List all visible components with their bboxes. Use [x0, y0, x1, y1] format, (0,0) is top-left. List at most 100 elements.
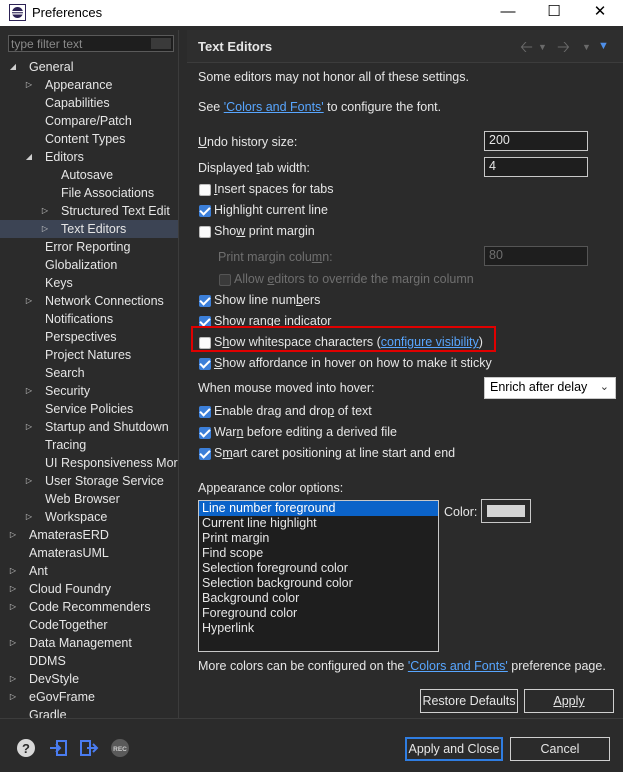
color-option[interactable]: Print margin [199, 531, 438, 546]
tree-item[interactable]: Gradle [0, 706, 178, 718]
forward-dropdown-icon[interactable]: ▼ [582, 42, 591, 52]
configure-visibility-link[interactable]: configure visibility [381, 335, 479, 349]
smart-caret-checkbox[interactable] [199, 448, 211, 460]
drag-drop-label[interactable]: Enable drag and drop of text [214, 404, 372, 418]
tree-item[interactable]: ▷ DevStyle [0, 670, 178, 688]
colors-fonts-link[interactable]: 'Colors and Fonts' [224, 100, 324, 114]
collapsed-arrow-icon[interactable]: ▷ [40, 202, 50, 220]
forward-arrow-icon[interactable]: 🡢 [557, 36, 570, 63]
export-icon[interactable] [79, 738, 99, 758]
color-option[interactable]: Current line highlight [199, 516, 438, 531]
view-menu-icon[interactable]: ▼ [598, 40, 609, 52]
tree-item[interactable]: ▷ AmaterasERD [0, 526, 178, 544]
color-option[interactable]: Background color [199, 591, 438, 606]
filter-input[interactable] [11, 36, 151, 51]
tree-item[interactable]: Project Natures [0, 346, 178, 364]
color-picker-button[interactable] [481, 499, 531, 523]
collapsed-arrow-icon[interactable]: ▷ [24, 508, 34, 526]
tree-item[interactable]: ▷ Structured Text Edit [0, 202, 178, 220]
tree-item[interactable]: Compare/Patch [0, 112, 178, 130]
collapsed-arrow-icon[interactable]: ▷ [24, 292, 34, 310]
tree-item[interactable]: Perspectives [0, 328, 178, 346]
tree-item[interactable]: ▷ Network Connections [0, 292, 178, 310]
tree-item[interactable]: ▷ User Storage Service [0, 472, 178, 490]
tree-item[interactable]: UI Responsiveness Mor [0, 454, 178, 472]
warn-derived-checkbox[interactable] [199, 427, 211, 439]
tree-item[interactable]: Keys [0, 274, 178, 292]
color-option[interactable]: Selection foreground color [199, 561, 438, 576]
hover-affordance-label[interactable]: Show affordance in hover on how to make … [214, 356, 492, 370]
tree-item[interactable]: Content Types [0, 130, 178, 148]
tree-item[interactable]: ▷ Workspace [0, 508, 178, 526]
color-options-list[interactable]: Line number foreground Current line highl… [198, 500, 439, 652]
line-numbers-label[interactable]: Show line numbers [214, 293, 320, 307]
show-whitespace-label[interactable]: Show whitespace characters (configure vi… [214, 335, 483, 349]
collapsed-arrow-icon[interactable]: ▷ [8, 562, 18, 580]
color-option[interactable]: Foreground color [199, 606, 438, 621]
print-margin-checkbox[interactable] [199, 226, 211, 238]
warn-derived-label[interactable]: Warn before editing a derived file [214, 425, 397, 439]
collapsed-arrow-icon[interactable]: ▷ [40, 220, 50, 238]
tree-item[interactable]: ◢ General [0, 58, 178, 76]
tree-item[interactable]: CodeTogether [0, 616, 178, 634]
insert-spaces-label[interactable]: Insert spaces for tabs [214, 182, 334, 196]
collapsed-arrow-icon[interactable]: ▷ [24, 472, 34, 490]
more-colors-fonts-link[interactable]: 'Colors and Fonts' [408, 659, 508, 673]
tree-item[interactable]: Search [0, 364, 178, 382]
back-arrow-icon[interactable]: 🡠 [520, 36, 533, 63]
cancel-button[interactable]: Cancel [510, 737, 610, 761]
maximize-button[interactable]: ☐ [531, 0, 577, 26]
hover-affordance-checkbox[interactable] [199, 358, 211, 370]
tree-item[interactable]: DDMS [0, 652, 178, 670]
print-margin-column-input[interactable]: 80 [484, 246, 588, 266]
collapsed-arrow-icon[interactable]: ▷ [8, 598, 18, 616]
close-button[interactable]: ✕ [577, 0, 623, 26]
restore-defaults-button[interactable]: Restore Defaults [420, 689, 518, 713]
filter-box[interactable] [8, 35, 174, 52]
import-icon[interactable] [48, 738, 68, 758]
tree-item[interactable]: ▷ Data Management [0, 634, 178, 652]
apply-and-close-button[interactable]: Apply and Close [405, 737, 503, 761]
tree-item[interactable]: Service Policies [0, 400, 178, 418]
hover-mode-select[interactable]: Enrich after delay ⌄ [484, 377, 616, 399]
tree-item[interactable]: Web Browser [0, 490, 178, 508]
tree-item[interactable]: Globalization [0, 256, 178, 274]
show-whitespace-checkbox[interactable] [199, 337, 211, 349]
record-icon[interactable]: REC [110, 738, 130, 758]
expanded-arrow-icon[interactable]: ◢ [24, 148, 34, 166]
color-option[interactable]: Hyperlink [199, 621, 438, 636]
tree-item[interactable]: ▷ Cloud Foundry [0, 580, 178, 598]
color-option[interactable]: Line number foreground [199, 501, 438, 516]
tree-item[interactable]: ▷ Security [0, 382, 178, 400]
tree-item[interactable]: Notifications [0, 310, 178, 328]
pane-splitter[interactable] [178, 30, 187, 718]
tree-item[interactable]: ▷ Startup and Shutdown [0, 418, 178, 436]
tree-item[interactable]: ▷ Text Editors [0, 220, 178, 238]
tree-item[interactable]: ▷ Ant [0, 562, 178, 580]
collapsed-arrow-icon[interactable]: ▷ [8, 688, 18, 706]
highlight-line-checkbox[interactable] [199, 205, 211, 217]
print-margin-label[interactable]: Show print margin [214, 224, 315, 238]
collapsed-arrow-icon[interactable]: ▷ [24, 76, 34, 94]
highlight-line-label[interactable]: Highlight current line [214, 203, 328, 217]
tree-item[interactable]: ▷ eGovFrame [0, 688, 178, 706]
collapsed-arrow-icon[interactable]: ▷ [8, 670, 18, 688]
collapsed-arrow-icon[interactable]: ▷ [24, 382, 34, 400]
tree-item[interactable]: ▷ Appearance [0, 76, 178, 94]
back-dropdown-icon[interactable]: ▼ [538, 42, 547, 52]
undo-history-input[interactable]: 200 [484, 131, 588, 151]
tree-item[interactable]: File Associations [0, 184, 178, 202]
tab-width-input[interactable]: 4 [484, 157, 588, 177]
minimize-button[interactable]: — [485, 0, 531, 26]
smart-caret-label[interactable]: Smart caret positioning at line start an… [214, 446, 455, 460]
tree-item[interactable]: AmaterasUML [0, 544, 178, 562]
expanded-arrow-icon[interactable]: ◢ [8, 58, 18, 76]
color-option[interactable]: Selection background color [199, 576, 438, 591]
collapsed-arrow-icon[interactable]: ▷ [8, 580, 18, 598]
color-option[interactable]: Find scope [199, 546, 438, 561]
tree-item[interactable]: Error Reporting [0, 238, 178, 256]
line-numbers-checkbox[interactable] [199, 295, 211, 307]
tree-item[interactable]: Tracing [0, 436, 178, 454]
collapsed-arrow-icon[interactable]: ▷ [24, 418, 34, 436]
tree-item[interactable]: ▷ Code Recommenders [0, 598, 178, 616]
